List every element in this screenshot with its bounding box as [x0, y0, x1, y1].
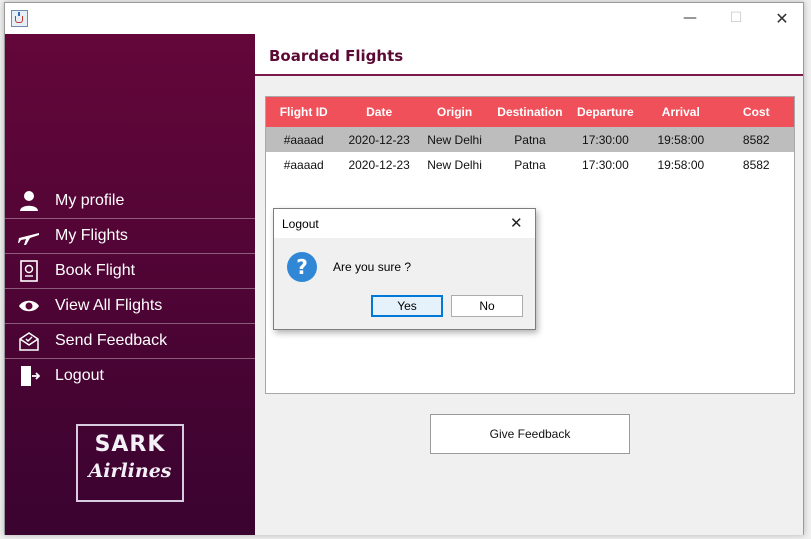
cell-flight-id: #aaaad [283, 132, 324, 147]
table-header-row: Flight ID Date Origin Destination Depart… [266, 97, 794, 127]
col-origin[interactable]: Origin [417, 97, 492, 127]
logo-line-1: SARK [94, 432, 166, 457]
java-cup-mark [15, 16, 23, 23]
cell-departure: 17:30:00 [582, 157, 629, 172]
cell-destination: Patna [514, 132, 546, 147]
dialog-message: Are you sure ? [333, 260, 412, 274]
airplane-icon [18, 233, 39, 245]
sidebar-item-view-all-flights[interactable]: View All Flights [5, 289, 255, 324]
col-date[interactable]: Date [341, 97, 416, 127]
sidebar-item-my-flights[interactable]: My Flights [5, 219, 255, 254]
sidebar-item-label: View All Flights [55, 297, 163, 314]
sidebar-menu: My profile My Flights Book Flight View A… [5, 184, 255, 394]
col-arrival[interactable]: Arrival [643, 97, 718, 127]
cell-arrival: 19:58:00 [657, 157, 705, 172]
dialog-titlebar: Logout ✕ [274, 209, 535, 238]
cell-date: 2020-12-23 [348, 132, 410, 147]
logo-line-2: Airlines [88, 460, 172, 482]
sark-airlines-logo: SARK Airlines [76, 424, 184, 502]
yes-button[interactable]: Yes [371, 295, 443, 317]
cell-departure: 17:30:00 [582, 132, 629, 147]
sidebar-item-my-profile[interactable]: My profile [5, 184, 255, 219]
sidebar-item-label: Send Feedback [55, 332, 168, 349]
col-flight-id[interactable]: Flight ID [266, 97, 341, 127]
logout-dialog: Logout ✕ ? Are you sure ? Yes No [273, 208, 536, 330]
feedback-envelope-icon [19, 332, 39, 351]
col-departure[interactable]: Departure [568, 97, 643, 127]
col-cost[interactable]: Cost [719, 97, 794, 127]
page-title: Boarded Flights [269, 47, 404, 65]
sidebar-item-label: Logout [55, 367, 104, 384]
dialog-title: Logout [282, 217, 319, 231]
maximize-button[interactable]: ☐ [713, 3, 759, 34]
give-feedback-button[interactable]: Give Feedback [430, 414, 630, 454]
passport-icon [20, 260, 38, 282]
sidebar-item-logout[interactable]: Logout [5, 359, 255, 394]
cell-destination: Patna [514, 157, 546, 172]
minimize-button[interactable]: — [667, 3, 713, 34]
user-icon [20, 191, 38, 211]
boarded-flights-table: Flight ID Date Origin Destination Depart… [266, 97, 794, 177]
col-destination[interactable]: Destination [492, 97, 567, 127]
sidebar-item-send-feedback[interactable]: Send Feedback [5, 324, 255, 359]
sidebar-item-label: My profile [55, 192, 125, 209]
cell-origin: New Delhi [427, 132, 482, 147]
cell-cost: 8582 [742, 157, 770, 172]
close-window-button[interactable]: ✕ [759, 3, 805, 34]
logout-door-icon [21, 366, 41, 386]
sidebar-item-label: My Flights [55, 227, 128, 244]
sidebar-item-label: Book Flight [55, 262, 136, 279]
sidebar-item-book-flight[interactable]: Book Flight [5, 254, 255, 289]
cell-date: 2020-12-23 [348, 157, 410, 172]
cell-cost: 8582 [742, 132, 770, 147]
cell-arrival: 19:58:00 [657, 132, 705, 147]
cell-flight-id: #aaaad [283, 157, 324, 172]
java-app-icon [11, 10, 28, 27]
dialog-close-icon[interactable]: ✕ [510, 214, 523, 232]
no-button[interactable]: No [451, 295, 523, 317]
question-icon: ? [287, 252, 317, 282]
eye-icon [19, 300, 39, 312]
sidebar: My profile My Flights Book Flight View A… [5, 34, 255, 535]
table-row[interactable]: #aaaad 2020-12-23 New Delhi Patna 17:30:… [266, 127, 794, 152]
window-titlebar: — ☐ ✕ [5, 3, 803, 34]
page-header: Boarded Flights [255, 34, 803, 76]
table-row[interactable]: #aaaad 2020-12-23 New Delhi Patna 17:30:… [266, 152, 794, 177]
cell-origin: New Delhi [427, 157, 482, 172]
